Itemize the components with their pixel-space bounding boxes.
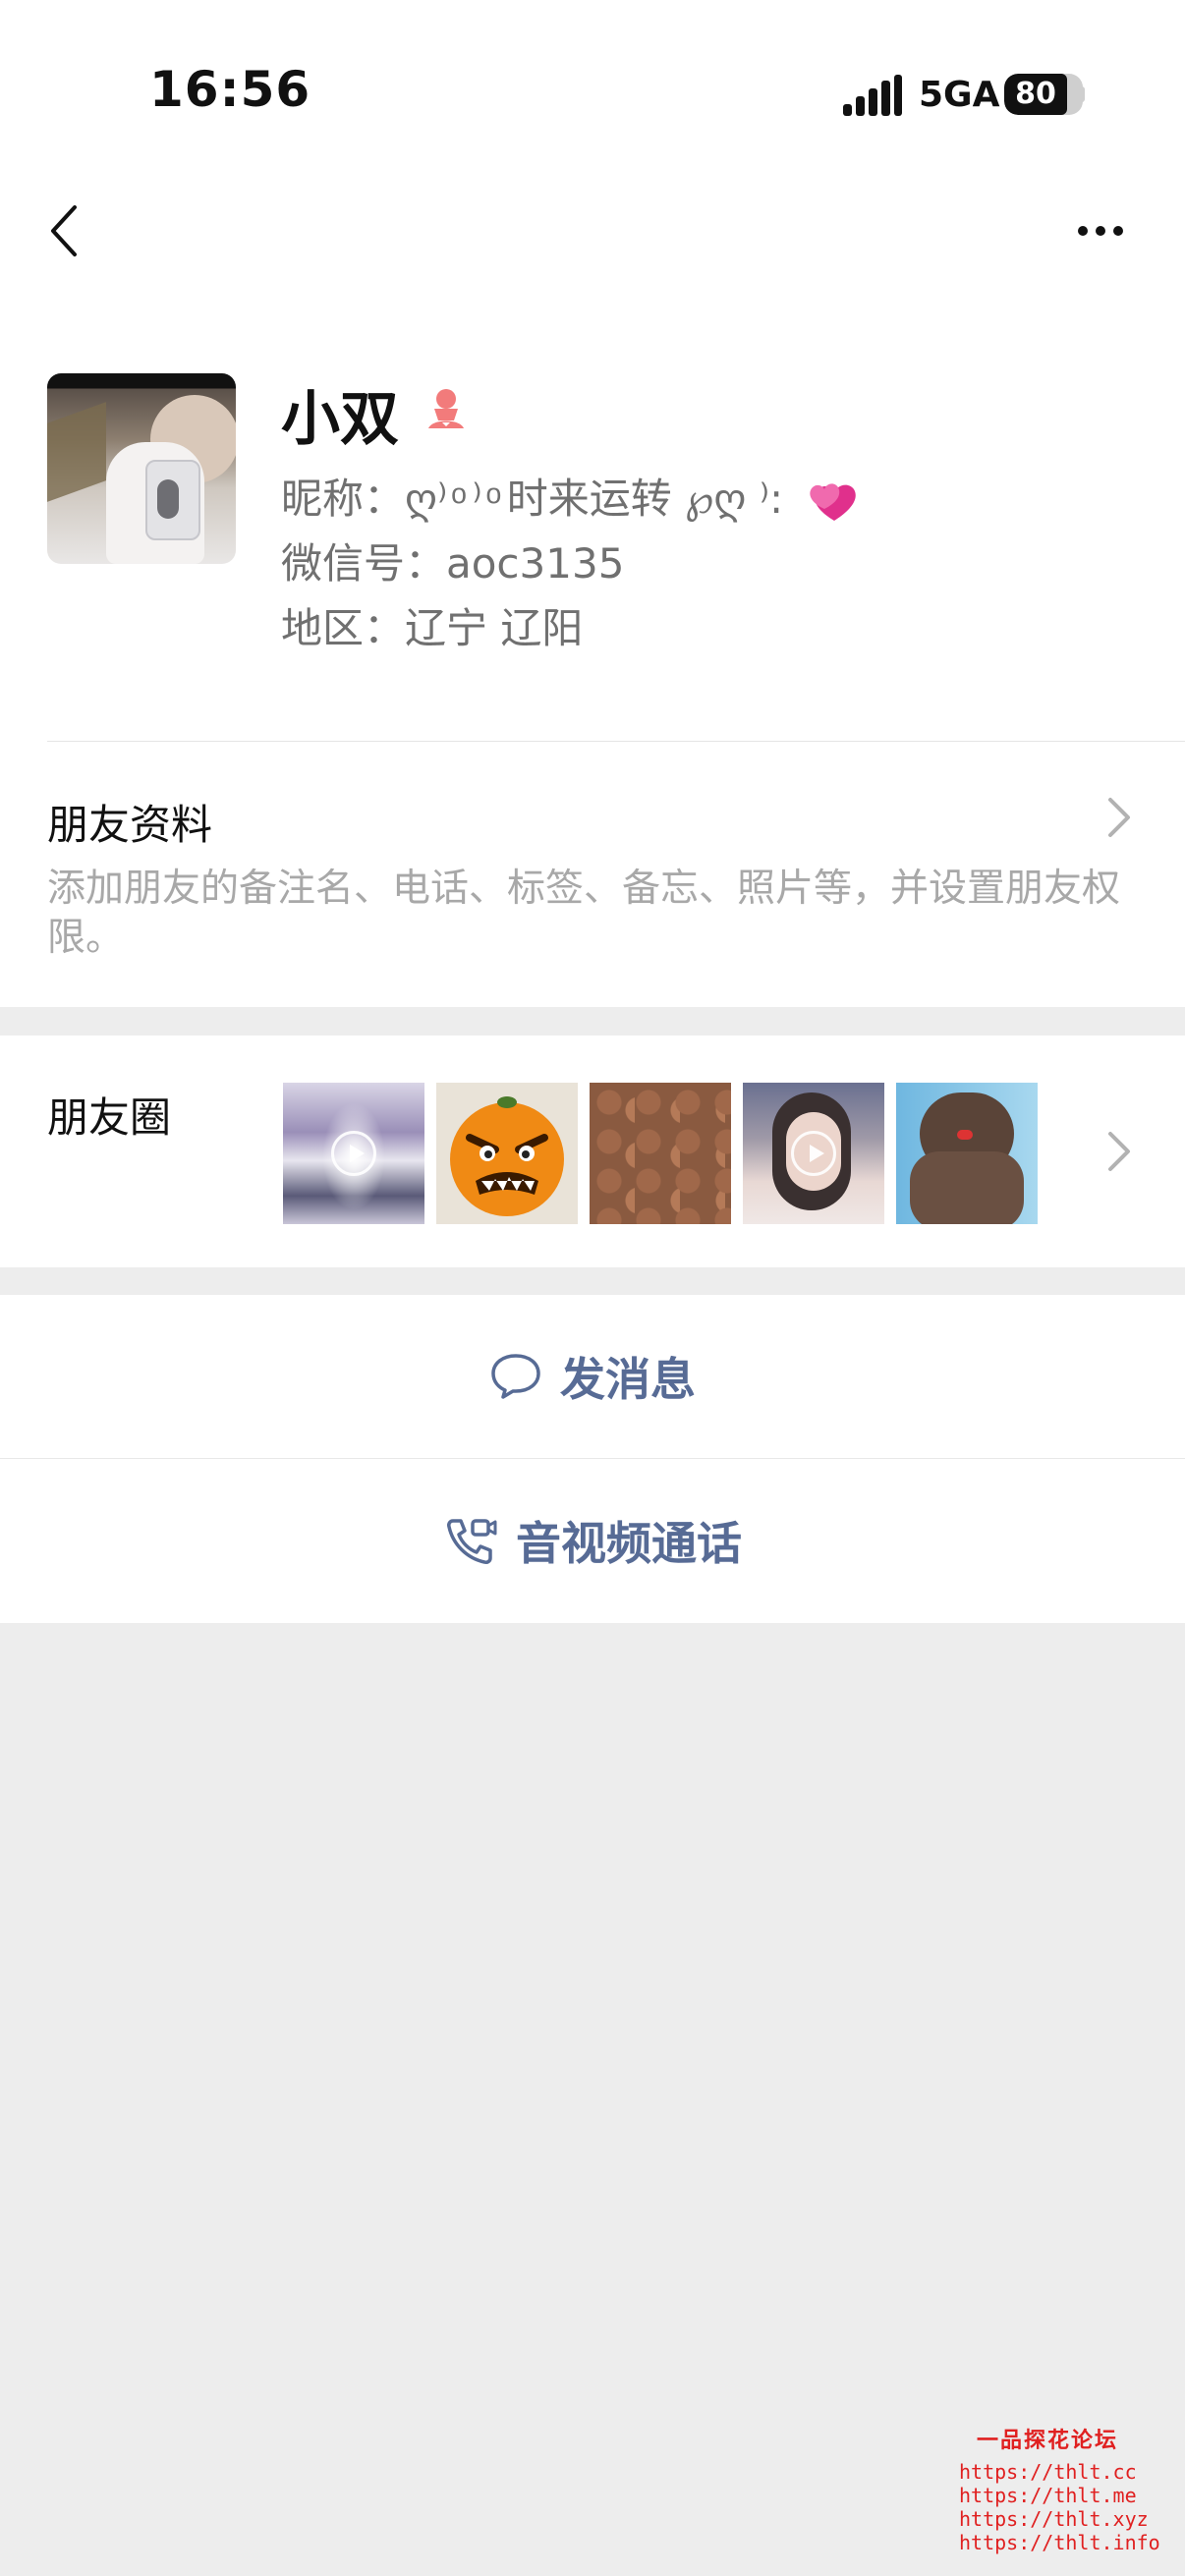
signal-icon [843, 75, 902, 116]
friend-info-description: 添加朋友的备注名、电话、标签、备忘、照片等，并设置朋友权限。 [47, 867, 1121, 960]
profile-page: 16:56 5GA 80 小双 昵称：ღ⁾ ͦ ⁾ ͦ 时来运转 ℘ღ ⁾: 微… [0, 0, 1185, 1007]
more-icon-dot [1113, 226, 1123, 236]
chevron-left-icon [51, 205, 77, 256]
moment-thumb[interactable] [896, 1083, 1038, 1224]
more-icon-dot [1096, 226, 1105, 236]
friend-info-row[interactable]: 朋友资料 添加朋友的备注名、电话、标签、备忘、照片等，并设置朋友权限。 [0, 743, 1185, 1008]
moment-thumb[interactable] [743, 1083, 884, 1224]
chevron-right-icon [1108, 798, 1130, 837]
back-button[interactable] [39, 196, 88, 265]
chat-bubble-icon [491, 1354, 540, 1399]
watermark-url: https://thlt.me [959, 2484, 1137, 2507]
video-call-icon [447, 1519, 497, 1564]
actions-panel: 发消息 音视频通话 [0, 1295, 1185, 1623]
watermark-title: 一品探花论坛 [976, 2428, 1118, 2453]
watermark-url: https://thlt.xyz [959, 2507, 1149, 2531]
region: 地区：辽宁 辽阳 [281, 604, 584, 652]
send-message-label: 发消息 [560, 1353, 696, 1406]
avatar[interactable] [47, 373, 236, 564]
moments-title: 朋友圈 [47, 1093, 172, 1142]
battery-tip [1079, 86, 1085, 102]
moment-thumb[interactable] [590, 1083, 731, 1224]
watermark-url: https://thlt.info [959, 2531, 1160, 2554]
av-call-label: 音视频通话 [516, 1517, 742, 1570]
watermark: 一品探花论坛 https://thlt.cc https://thlt.me h… [959, 2423, 1160, 2554]
moment-thumb[interactable] [436, 1083, 578, 1224]
status-time: 16:56 [149, 61, 311, 118]
play-icon [791, 1131, 836, 1176]
av-call-button[interactable]: 音视频通话 [0, 1459, 1185, 1622]
moment-thumb[interactable] [283, 1083, 424, 1224]
watermark-url: https://thlt.cc [959, 2460, 1137, 2484]
more-icon [1078, 226, 1088, 236]
contact-name: 小双 [281, 385, 399, 454]
battery-icon: 80 [1004, 74, 1083, 115]
moments-row[interactable]: 朋友圈 [0, 1036, 1185, 1267]
nickname: 昵称：ღ⁾ ͦ ⁾ ͦ 时来运转 ℘ღ ⁾: [281, 466, 858, 526]
friend-info-title: 朋友资料 [47, 801, 213, 849]
battery-percent: 80 [1015, 77, 1056, 111]
female-icon [428, 389, 464, 428]
divider [47, 741, 1185, 742]
wechat-id[interactable]: 微信号：aoc3135 [281, 531, 624, 590]
more-button[interactable] [1066, 206, 1135, 255]
network-type: 5GA [919, 75, 1000, 115]
play-icon [331, 1131, 376, 1176]
heart-icon [809, 482, 856, 521]
nickname-text: 昵称：ღ⁾ ͦ ⁾ ͦ 时来运转 ℘ღ ⁾: [281, 475, 784, 523]
send-message-button[interactable]: 发消息 [0, 1295, 1185, 1458]
angry-orange-image [450, 1096, 564, 1216]
chevron-right-icon [1108, 1132, 1130, 1171]
